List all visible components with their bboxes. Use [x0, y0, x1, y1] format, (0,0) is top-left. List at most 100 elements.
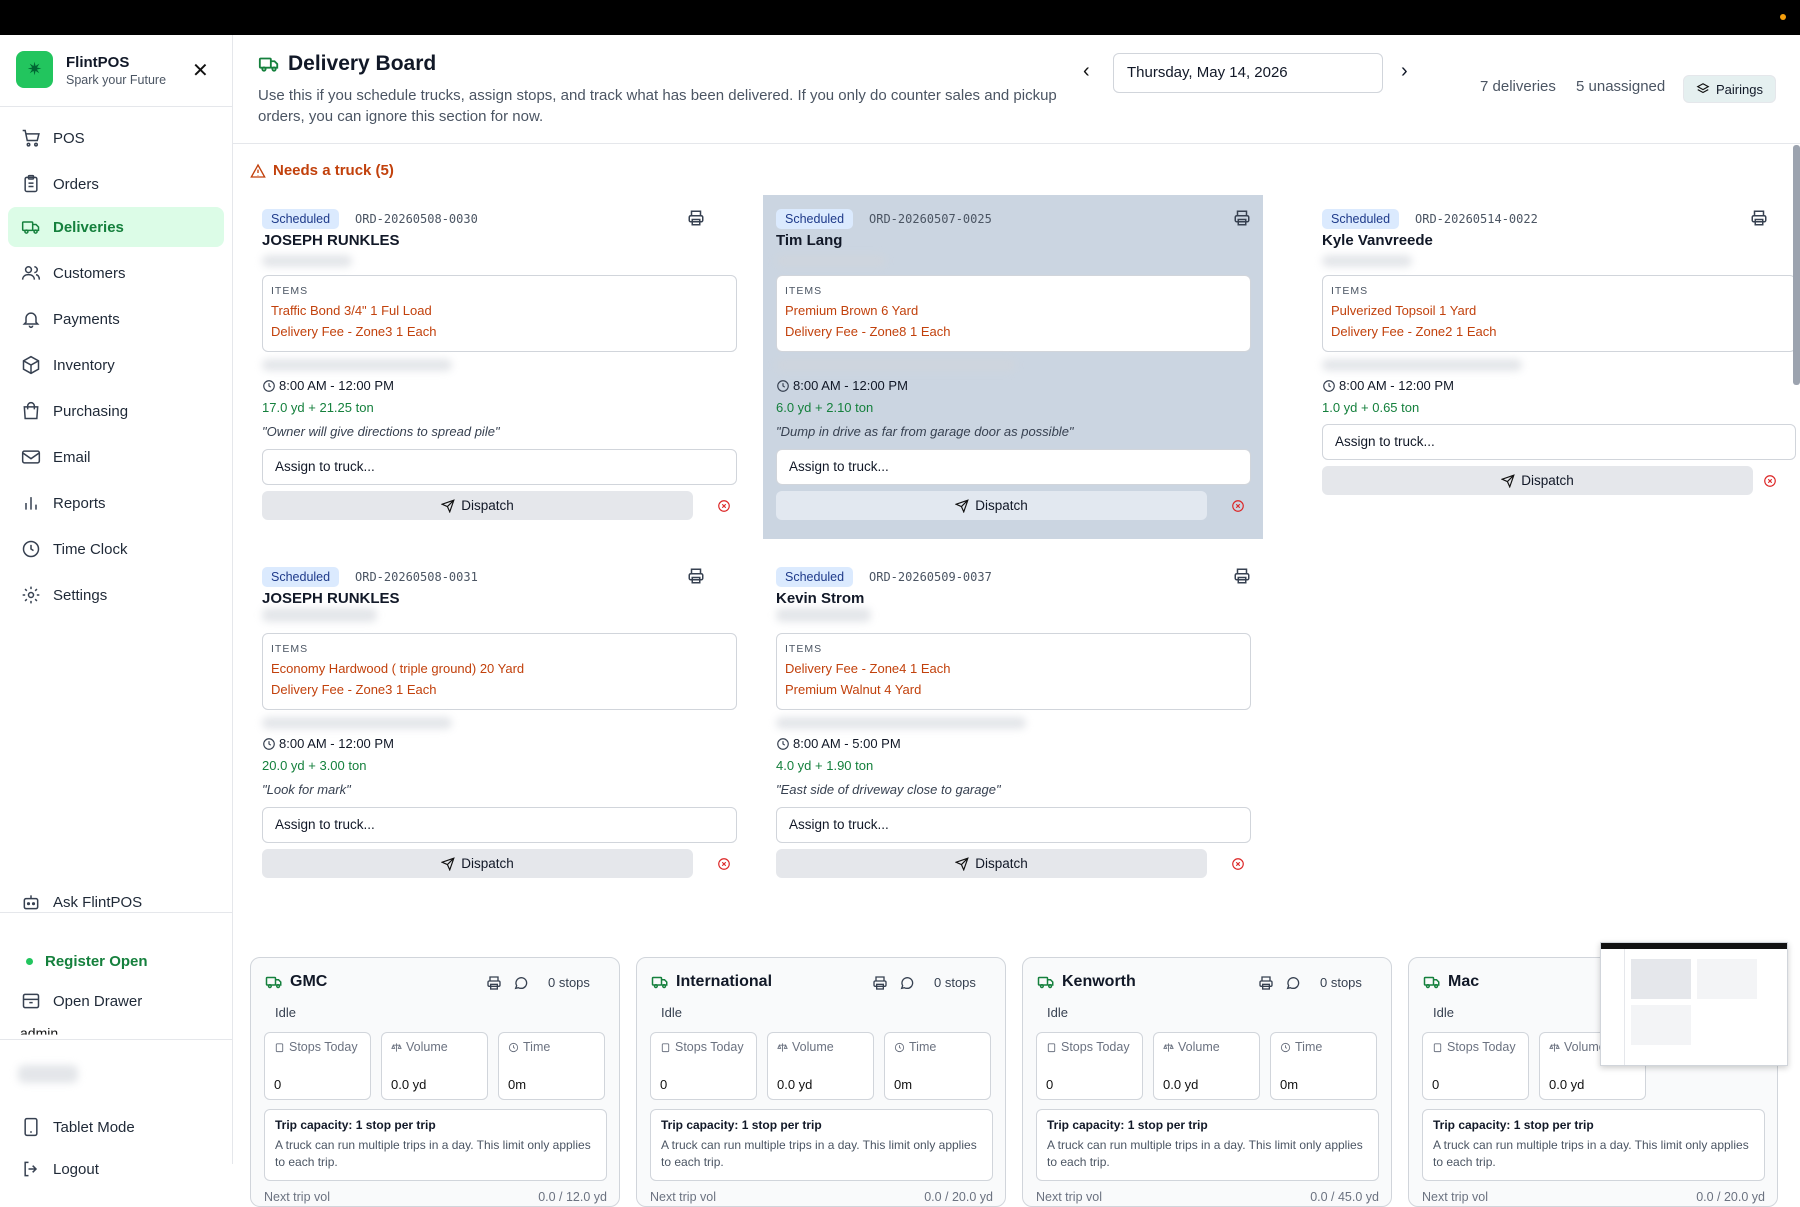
truck-name: International [651, 973, 772, 991]
previous-day-button[interactable]: ‹ [1083, 60, 1090, 83]
print-icon[interactable] [1233, 567, 1251, 585]
scrollbar-thumb[interactable] [1793, 145, 1800, 385]
next-trip-volume: Next trip vol 0.0 / 20.0 yd [1422, 1190, 1765, 1204]
sidebar-item-pos[interactable]: POS [8, 118, 224, 158]
time-text: 8:00 AM - 12:00 PM [1339, 378, 1454, 393]
os-top-bar [0, 0, 1800, 35]
thumbnail-top-bar [1601, 943, 1787, 949]
dispatch-button[interactable]: Dispatch [262, 491, 693, 520]
clock-icon [1280, 1042, 1291, 1053]
sidebar-item-email[interactable]: Email [8, 437, 224, 477]
message-icon[interactable] [513, 975, 529, 991]
sidebar-item-deliveries[interactable]: Deliveries [8, 207, 224, 247]
stat-value: 0.0 yd [1549, 1077, 1585, 1092]
assign-truck-select[interactable]: Assign to truck... [262, 449, 737, 485]
next-trip-value: 0.0 / 12.0 yd [538, 1190, 607, 1204]
tablet-mode-label: Tablet Mode [53, 1118, 135, 1136]
capacity-title: Trip capacity: 1 stop per trip [661, 1118, 822, 1132]
trip-capacity-box: Trip capacity: 1 stop per trip A truck ca… [264, 1109, 607, 1181]
message-icon[interactable] [899, 975, 915, 991]
assign-truck-select[interactable]: Assign to truck... [776, 807, 1251, 843]
print-icon[interactable] [687, 209, 705, 227]
time-window: 8:00 AM - 12:00 PM [262, 378, 394, 393]
dispatch-button[interactable]: Dispatch [776, 849, 1207, 878]
delivery-card-selected[interactable]: Scheduled ORD-20260507-0025 Tim Lang ITE… [763, 195, 1263, 539]
print-icon[interactable] [1233, 209, 1251, 227]
cancel-icon[interactable] [717, 857, 731, 871]
delivery-card[interactable]: Scheduled ORD-20260514-0022 Kyle Vanvree… [1293, 195, 1796, 495]
sidebar-item-settings[interactable]: Settings [8, 575, 224, 615]
time-text: 8:00 AM - 12:00 PM [279, 378, 394, 393]
dispatch-label: Dispatch [1521, 473, 1574, 488]
assign-truck-select[interactable]: Assign to truck... [1322, 424, 1796, 460]
items-box: ITEMS Premium Brown 6 Yard Delivery Fee … [776, 275, 1251, 352]
sidebar-item-purchasing[interactable]: Purchasing [8, 391, 224, 431]
assign-truck-select[interactable]: Assign to truck... [262, 807, 737, 843]
time-window: 8:00 AM - 12:00 PM [262, 736, 394, 751]
stat-label: Time [1295, 1040, 1323, 1054]
delivery-card[interactable]: Scheduled ORD-20260508-0030 JOSEPH RUNKL… [233, 195, 737, 539]
time-window: 8:00 AM - 5:00 PM [776, 736, 901, 751]
date-picker[interactable]: Thursday, May 14, 2026 [1113, 53, 1383, 93]
next-trip-value: 0.0 / 20.0 yd [1696, 1190, 1765, 1204]
divider [0, 1039, 232, 1040]
dispatch-button[interactable]: Dispatch [262, 849, 693, 878]
cancel-icon[interactable] [1231, 857, 1245, 871]
sidebar-item-label: Time Clock [53, 540, 128, 558]
pairings-label: Pairings [1716, 81, 1763, 97]
truck-card[interactable]: International 0 stops Idle Stops Today 0 … [636, 957, 1006, 1207]
sidebar-item-label: Payments [53, 310, 120, 328]
cancel-icon[interactable] [1763, 474, 1777, 488]
open-drawer-button[interactable]: Open Drawer [8, 981, 224, 1021]
close-sidebar-icon[interactable]: ✕ [192, 58, 209, 83]
delivery-card[interactable]: Scheduled ORD-20260508-0031 JOSEPH RUNKL… [233, 553, 737, 897]
trip-capacity-box: Trip capacity: 1 stop per trip A truck ca… [1036, 1109, 1379, 1181]
message-icon[interactable] [1285, 975, 1301, 991]
dispatch-button[interactable]: Dispatch [1322, 466, 1753, 495]
tablet-mode-button[interactable]: Tablet Mode [8, 1107, 224, 1147]
print-icon[interactable] [1258, 975, 1274, 991]
print-icon[interactable] [687, 567, 705, 585]
divider [0, 106, 232, 107]
redacted-text [1322, 359, 1522, 371]
items-heading: ITEMS [785, 285, 823, 297]
stat-value: 0.0 yd [391, 1077, 427, 1092]
delivery-card[interactable]: Scheduled ORD-20260509-0037 Kevin Strom … [763, 553, 1263, 897]
pairings-button[interactable]: Pairings [1683, 75, 1776, 103]
sidebar-item-orders[interactable]: Orders [8, 164, 224, 204]
item-line: Premium Brown 6 Yard [785, 303, 919, 318]
register-status: Register Open [8, 941, 224, 981]
time-stat: Time 0m [498, 1032, 605, 1100]
ask-flintpos-button[interactable]: Ask FlintPOS [8, 882, 224, 922]
scale-icon [1549, 1043, 1560, 1052]
truck-card[interactable]: GMC 0 stops Idle Stops Today 0 Volume 0.0 … [250, 957, 620, 1207]
time-stat: Time 0m [884, 1032, 991, 1100]
print-icon[interactable] [1750, 209, 1768, 227]
print-icon[interactable] [486, 975, 502, 991]
cancel-icon[interactable] [1231, 499, 1245, 513]
cancel-icon[interactable] [717, 499, 731, 513]
assign-truck-select[interactable]: Assign to truck... [776, 449, 1251, 485]
sidebar-item-payments[interactable]: Payments [8, 299, 224, 339]
customer-name: Kyle Vanvreede [1322, 232, 1433, 249]
dispatch-button[interactable]: Dispatch [776, 491, 1207, 520]
capacity-description: A truck can run multiple trips in a day.… [275, 1138, 591, 1169]
stat-value: 0 [1432, 1077, 1440, 1092]
logout-button[interactable]: Logout [8, 1149, 224, 1189]
sidebar-item-time-clock[interactable]: Time Clock [8, 529, 224, 569]
items-heading: ITEMS [271, 643, 309, 655]
next-trip-value: 0.0 / 20.0 yd [924, 1190, 993, 1204]
page-title: Delivery Board [288, 52, 437, 75]
screenshot-thumbnail[interactable] [1600, 942, 1788, 1066]
sidebar-item-reports[interactable]: Reports [8, 483, 224, 523]
status-badge: Scheduled [262, 209, 340, 229]
item-line: Delivery Fee - Zone3 1 Each [271, 682, 437, 697]
stops-today-stat: Stops Today 0 [264, 1032, 371, 1100]
truck-card[interactable]: Kenworth 0 stops Idle Stops Today 0 Volum… [1022, 957, 1392, 1207]
sidebar-item-customers[interactable]: Customers [8, 253, 224, 293]
status-badge: Scheduled [262, 567, 340, 587]
next-day-button[interactable]: › [1401, 60, 1408, 83]
print-icon[interactable] [872, 975, 888, 991]
sidebar-item-label: Deliveries [53, 218, 124, 236]
sidebar-item-inventory[interactable]: Inventory [8, 345, 224, 385]
